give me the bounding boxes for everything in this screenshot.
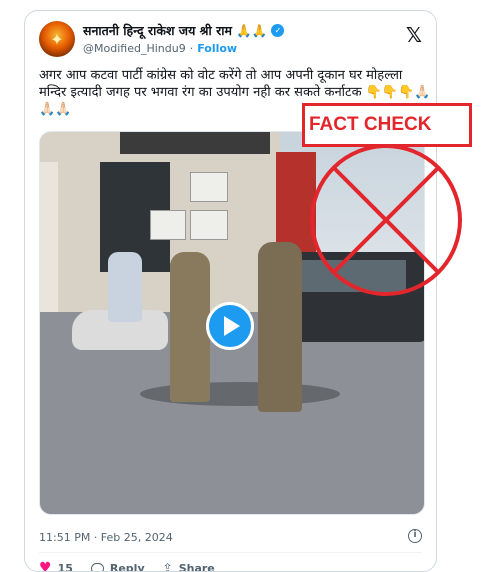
play-triangle — [224, 316, 240, 336]
video-scene-sign — [120, 132, 270, 154]
meta-row: @Modified_Hindu9 · Follow — [83, 42, 284, 55]
reply-icon — [90, 562, 104, 571]
author-name[interactable]: सनातनी हिन्दू राकेश जय श्री राम 🙏🙏 — [83, 22, 267, 39]
divider — [39, 552, 422, 553]
video-scene-ac-unit — [190, 210, 228, 240]
share-icon: ⇪ — [162, 561, 173, 572]
share-button[interactable]: ⇪ Share — [162, 561, 215, 572]
action-bar: ♥ 15 Reply ⇪ Share — [39, 560, 215, 572]
video-scene-person — [170, 252, 210, 402]
reply-label: Reply — [109, 561, 145, 572]
play-icon[interactable] — [206, 302, 254, 350]
reply-button[interactable]: Reply — [90, 561, 145, 572]
video-scene-building — [40, 132, 280, 322]
like-button[interactable]: ♥ 15 — [39, 560, 73, 572]
video-scene-rider — [108, 252, 142, 322]
share-label: Share — [178, 561, 215, 572]
meta-separator: · — [189, 42, 194, 55]
x-logo-icon[interactable]: 𝕏 — [406, 23, 422, 47]
post-header: ✦ सनातनी हिन्दू राकेश जय श्री राम 🙏🙏 ✓ @… — [39, 21, 422, 65]
info-icon[interactable]: i — [408, 529, 422, 543]
like-count: 15 — [57, 561, 73, 572]
video-scene-ac-unit — [150, 210, 186, 240]
video-scene-ac-unit — [190, 172, 228, 202]
verified-badge-icon: ✓ — [271, 23, 285, 37]
heart-icon: ♥ — [39, 560, 52, 572]
user-info: सनातनी हिन्दू राकेश जय श्री राम 🙏🙏 ✓ @Mo… — [83, 21, 285, 55]
video-scene-pillar — [40, 162, 58, 332]
video-scene-person — [258, 242, 302, 412]
post-timestamp[interactable]: 11:51 PM · Feb 25, 2024 — [39, 531, 173, 544]
fact-check-cross-icon — [310, 144, 462, 296]
follow-button[interactable]: Follow — [197, 42, 237, 55]
avatar[interactable]: ✦ — [39, 21, 75, 57]
author-handle[interactable]: @Modified_Hindu9 — [83, 42, 186, 55]
name-row: सनातनी हिन्दू राकेश जय श्री राम 🙏🙏 ✓ — [83, 21, 285, 39]
